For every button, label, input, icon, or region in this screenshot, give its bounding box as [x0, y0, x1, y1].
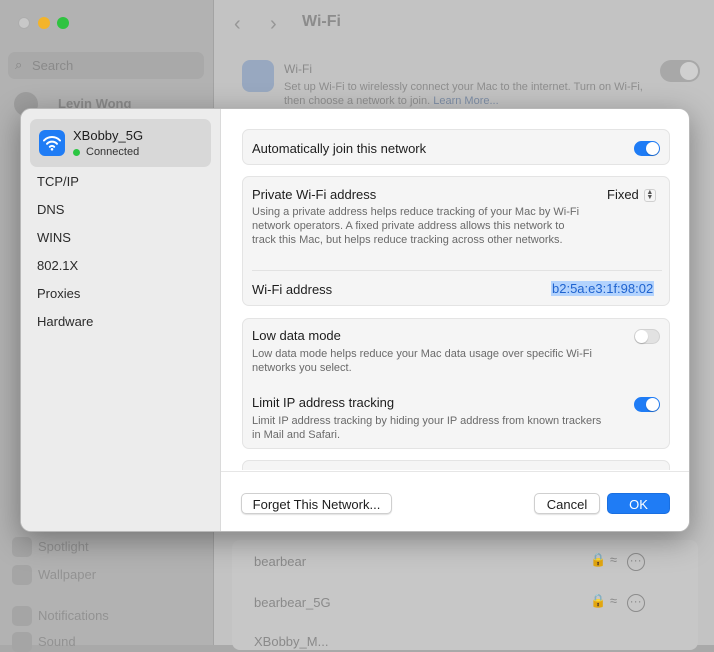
chevron-updown-icon: ▲ ▼ [643, 189, 656, 203]
maximize-window-button[interactable] [57, 17, 69, 29]
wifi-address-label: Wi-Fi address [252, 282, 333, 297]
wallpaper-icon [12, 565, 32, 585]
ok-button[interactable]: OK [607, 493, 670, 514]
low-data-label: Low data mode [252, 328, 341, 343]
wifi-signal-icon: ≈ [609, 552, 617, 567]
divider [252, 270, 662, 271]
sidebar-item-hardware[interactable]: Hardware [37, 314, 93, 329]
more-options-icon[interactable]: ··· [626, 594, 645, 612]
network-name[interactable]: bearbear [254, 554, 306, 569]
cancel-button[interactable]: Cancel [534, 493, 600, 514]
sidebar-item-wins[interactable]: WINS [37, 230, 71, 245]
private-address-group: Private Wi-Fi address Using a private ad… [242, 176, 670, 306]
search-icon: ⌕ [15, 57, 23, 72]
sidebar-item-notifications[interactable]: Notifications [12, 604, 207, 626]
learn-more-link[interactable]: Learn More... [433, 95, 498, 107]
low-data-desc: Low data mode helps reduce your Mac data… [252, 348, 592, 374]
data-options-group: Low data mode Low data mode helps reduce… [242, 318, 670, 449]
close-window-button[interactable] [18, 17, 30, 29]
sidebar-item-proxies[interactable]: Proxies [37, 286, 80, 301]
sidebar-item-tcpip[interactable]: TCP/IP [37, 174, 79, 189]
network-name: XBobby_5G [73, 128, 144, 143]
private-address-desc: Using a private address helps reduce tra… [252, 206, 580, 246]
limit-ip-toggle[interactable] [634, 397, 660, 412]
wifi-icon [39, 130, 65, 156]
auto-join-row: Automatically join this network [242, 129, 670, 165]
lock-icon: 🔒 [590, 552, 607, 567]
auto-join-label: Automatically join this network [252, 141, 427, 156]
network-header[interactable]: XBobby_5G Connected [30, 119, 211, 167]
dialog-sidebar: XBobby_5G Connected TCP/IP DNS WINS 802.… [21, 109, 221, 531]
network-details-dialog: XBobby_5G Connected TCP/IP DNS WINS 802.… [20, 108, 690, 532]
search-field[interactable]: ⌕ Search [8, 52, 204, 79]
minimize-window-button[interactable] [38, 17, 50, 29]
limit-ip-label: Limit IP address tracking [252, 395, 395, 410]
search-placeholder: Search [32, 58, 74, 73]
forget-network-button[interactable]: Forget This Network... [241, 493, 392, 514]
network-status-icons: 🔒 ≈ ··· [590, 552, 645, 571]
wifi-card-desc: Set up Wi-Fi to wirelessly connect your … [284, 81, 643, 107]
notifications-icon [12, 606, 32, 626]
sidebar-item-spotlight[interactable]: Spotlight [12, 535, 207, 557]
sidebar-item-wallpaper[interactable]: Wallpaper [12, 563, 207, 585]
next-settings-group [242, 460, 670, 470]
network-name[interactable]: bearbear_5G [254, 595, 331, 610]
network-name[interactable]: XBobby_M... [254, 634, 328, 649]
connection-status: Connected [73, 146, 139, 158]
sidebar-item-dns[interactable]: DNS [37, 202, 64, 217]
limit-ip-desc: Limit IP address tracking by hiding your… [252, 415, 602, 441]
auto-join-toggle[interactable] [634, 141, 660, 156]
sound-icon [12, 632, 32, 652]
sidebar-item-sound[interactable]: Sound [12, 630, 207, 652]
back-arrow-icon[interactable]: ‹ [234, 13, 241, 36]
more-options-icon[interactable]: ··· [626, 553, 645, 571]
forward-arrow-icon[interactable]: › [270, 13, 277, 36]
wifi-address-value[interactable]: b2:5a:e3:1f:98:02 [551, 281, 655, 296]
sidebar-item-8021x[interactable]: 802.1X [37, 258, 78, 273]
wifi-icon [242, 60, 274, 92]
low-data-toggle[interactable] [634, 329, 660, 344]
lock-icon: 🔒 [590, 593, 607, 608]
network-status-icons: 🔒 ≈ ··· [590, 593, 645, 612]
wifi-signal-icon: ≈ [609, 593, 617, 608]
wifi-toggle[interactable] [660, 60, 700, 82]
spotlight-icon [12, 537, 32, 557]
private-address-label: Private Wi-Fi address [252, 187, 377, 202]
connected-dot-icon [73, 148, 80, 156]
page-title: Wi-Fi [302, 13, 341, 30]
wifi-card-title: Wi-Fi [284, 62, 312, 76]
private-address-select[interactable]: Fixed ▲ ▼ [607, 187, 656, 203]
wifi-card: Wi-Fi Set up Wi-Fi to wirelessly connect… [232, 48, 700, 108]
